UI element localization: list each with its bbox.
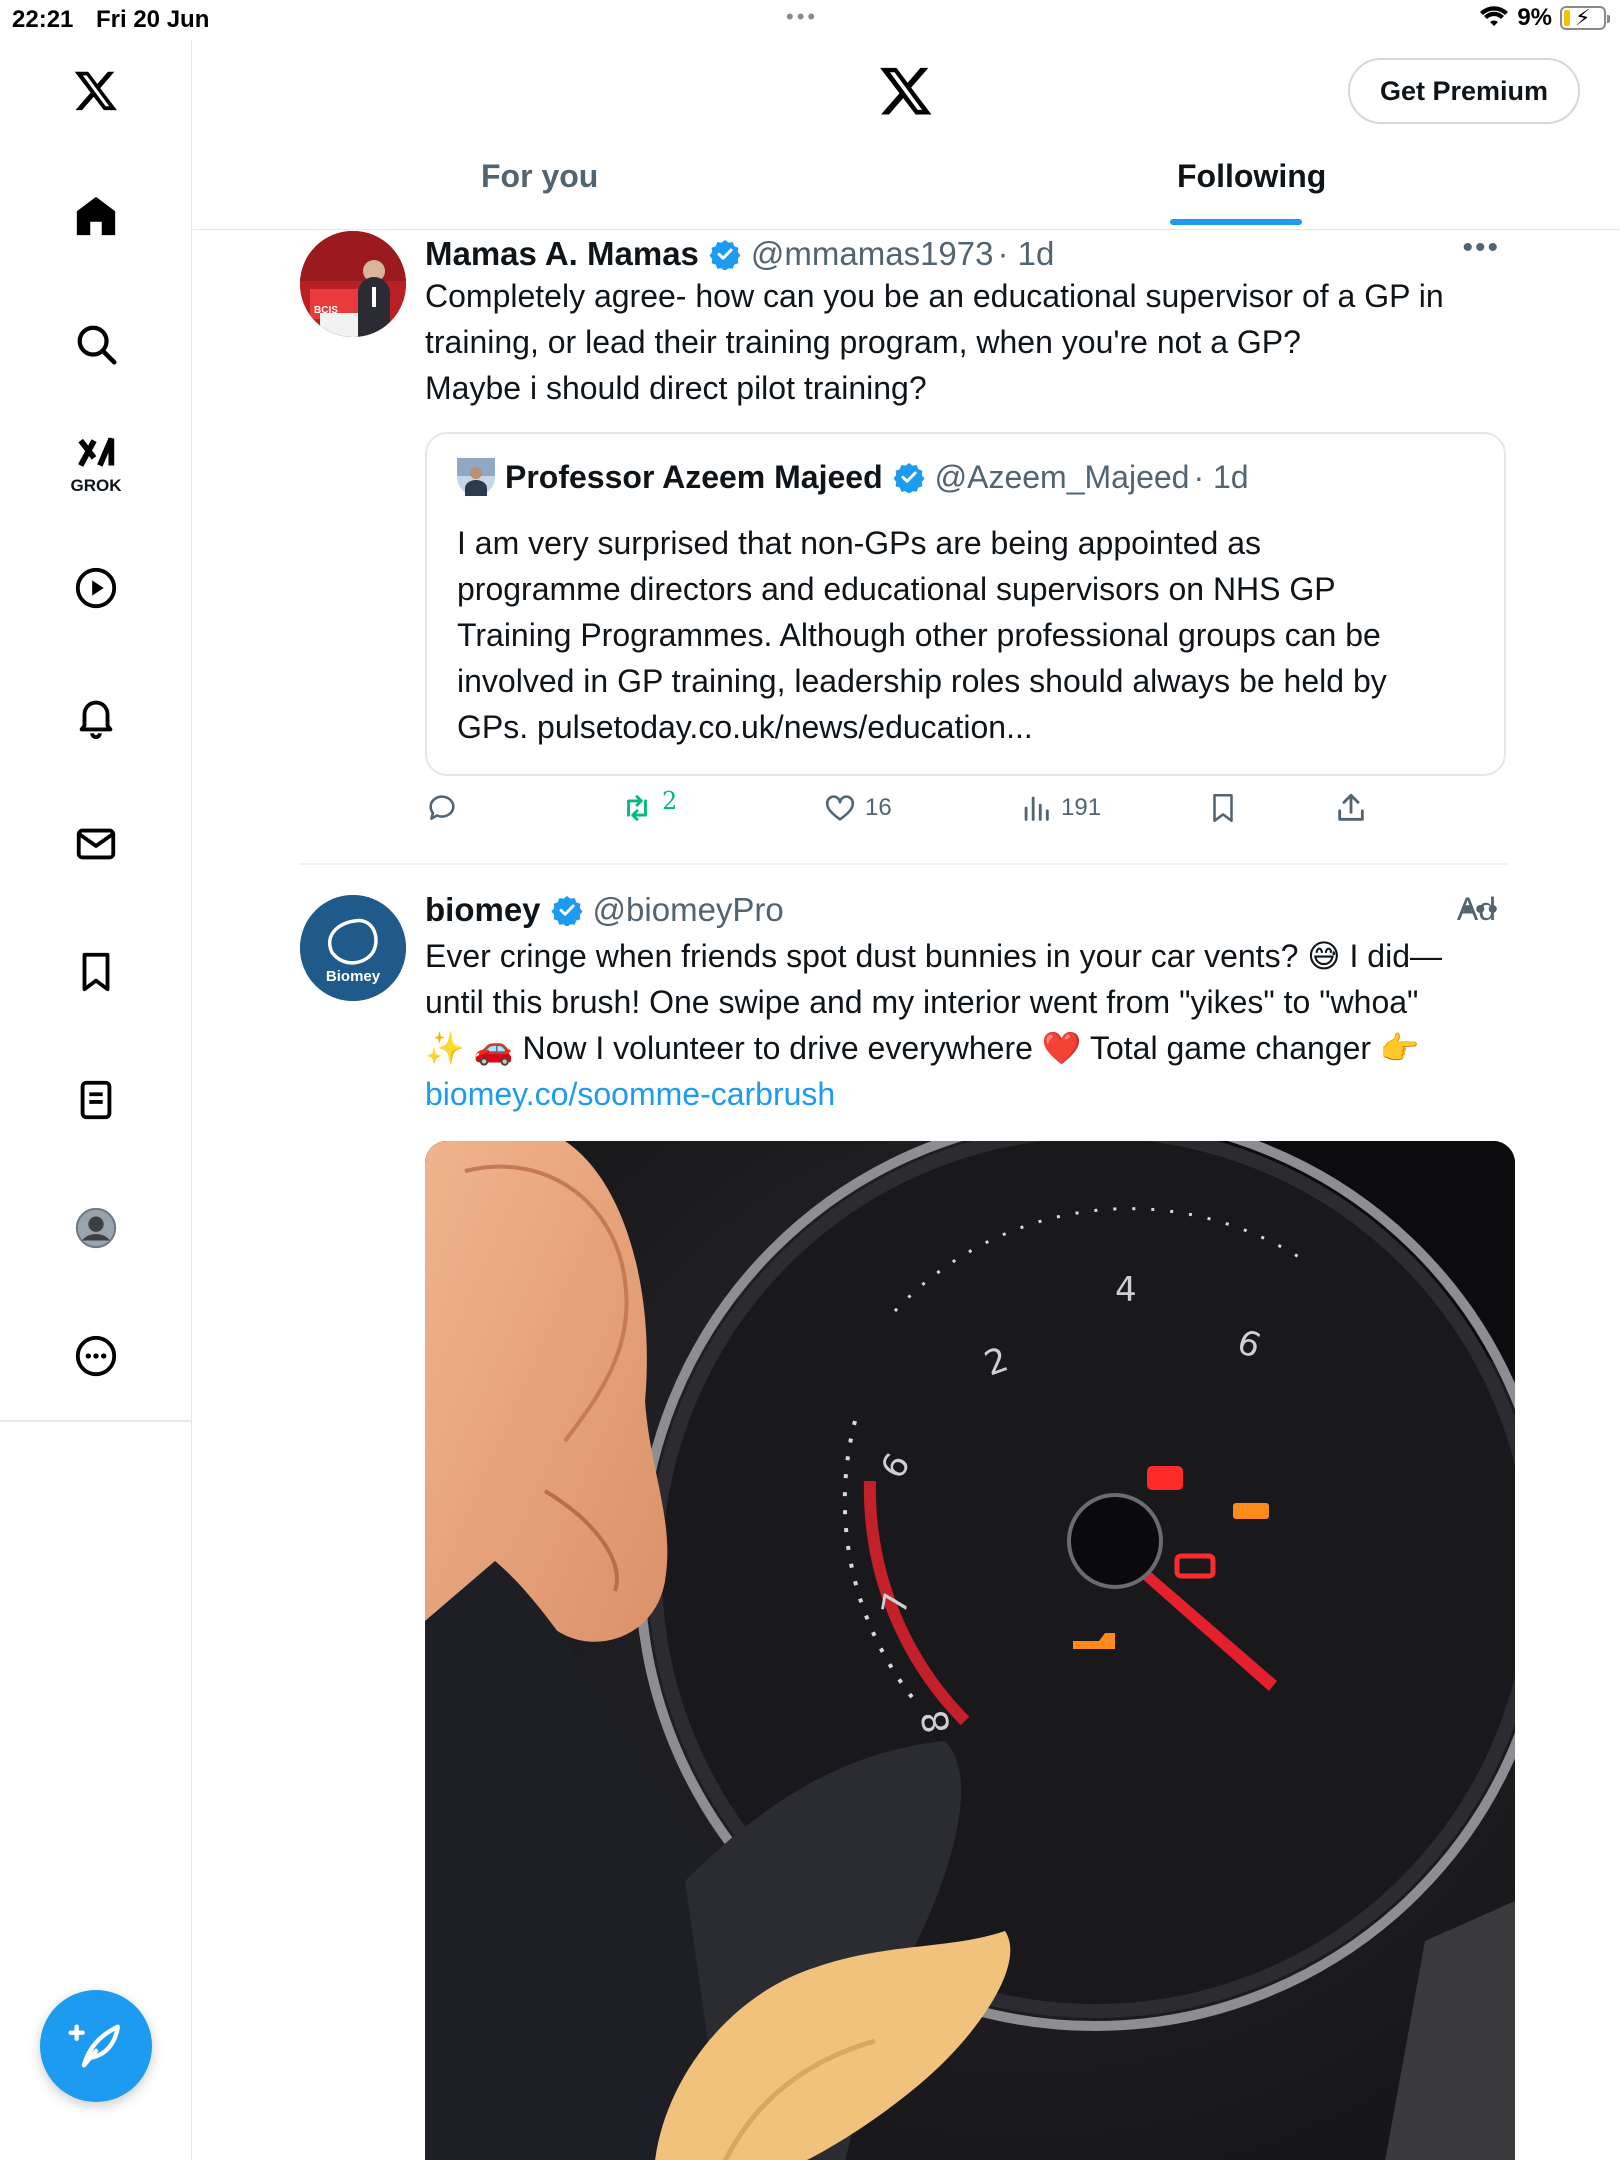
retweet-count: 2 [662, 787, 678, 815]
quote-text-line: Training Programmes. Although other prof… [457, 617, 1381, 653]
views-button[interactable]: 191 [1019, 791, 1101, 825]
tweet-text-line: Completely agree- how can you be an educ… [425, 278, 1444, 314]
quote-header: Professor Azeem Majeed @Azeem_Majeed · 1… [457, 458, 1249, 496]
verified-badge-icon [709, 240, 741, 270]
quote-text: I am very surprised that non-GPs are bei… [457, 520, 1467, 750]
post-actions: 2 16 191 [425, 787, 1515, 851]
bookmark-button[interactable] [1206, 791, 1240, 825]
status-date: Fri 20 Jun [96, 6, 210, 33]
avatar-brand-text: Biomey [326, 968, 381, 985]
status-time: 22:21 [12, 6, 74, 33]
reply-button[interactable] [425, 791, 459, 825]
bookmark-icon [1213, 793, 1233, 823]
tweet-text-line: ✨ 🚗 Now I volunteer to drive everywhere … [425, 1030, 1420, 1066]
author-name[interactable]: Mamas A. Mamas [425, 235, 699, 273]
retweet-button[interactable]: 2 [620, 787, 677, 825]
grok-label: GROK [70, 476, 122, 495]
quote-text-line: involved in GP training, leadership role… [457, 663, 1387, 699]
author-handle[interactable]: @biomeyPro [593, 891, 784, 929]
tweet-divider [299, 863, 1508, 865]
wifi-icon [1480, 6, 1509, 26]
sidebar: GROK [0, 40, 192, 2160]
x-logo-icon[interactable] [70, 64, 122, 116]
sidebar-divider [0, 1420, 192, 1422]
notifications-bell-icon[interactable] [70, 690, 122, 742]
verified-badge-icon [551, 896, 583, 926]
more-options-icon[interactable] [70, 1330, 122, 1382]
feed-header: Get Premium For you Following [193, 40, 1620, 230]
verified-badge-icon [893, 463, 925, 493]
x-logo-icon[interactable] [878, 62, 934, 118]
reply-bubble-icon [429, 795, 455, 820]
tweet-text-line: Maybe i should direct pilot training? [425, 370, 927, 406]
battery-percent: 9% [1517, 4, 1552, 31]
gauge-number: 4 [1115, 1270, 1137, 1310]
post-more-icon[interactable]: ••• [1462, 231, 1500, 265]
post-time[interactable]: · 1d [998, 235, 1055, 273]
tab-for-you[interactable]: For you [481, 158, 598, 195]
author-handle[interactable]: @mmamas1973 [751, 235, 994, 273]
post-more-icon[interactable]: ••• [1462, 893, 1500, 927]
lists-icon[interactable] [70, 1074, 122, 1126]
tweet-text-line: Ever cringe when friends spot dust bunni… [425, 938, 1442, 974]
tweet-header: biomey @biomeyPro [425, 891, 784, 929]
ad-video-media[interactable]: 2 4 6 6 7 8 [425, 1141, 1515, 2160]
quote-author-handle[interactable]: @Azeem_Majeed [935, 459, 1190, 496]
compose-post-button[interactable] [40, 1990, 152, 2102]
quote-text-line: GPs. pulsetoday.co.uk/news/education... [457, 709, 1033, 745]
get-premium-button[interactable]: Get Premium [1348, 58, 1580, 124]
profile-avatar-icon[interactable] [70, 1202, 122, 1254]
avatar[interactable]: Biomey [300, 895, 406, 1001]
quote-text-line: programme directors and educational supe… [457, 571, 1336, 607]
like-button[interactable]: 16 [823, 791, 892, 825]
avatar[interactable]: BCIS [300, 231, 406, 337]
multitasking-dots-icon[interactable]: ••• [786, 4, 818, 30]
quote-post-time[interactable]: · 1d [1193, 459, 1248, 496]
active-tab-indicator [1170, 219, 1302, 225]
search-icon[interactable] [70, 318, 122, 370]
share-icon [1338, 793, 1364, 821]
battery-icon: ⚡ [1560, 5, 1610, 30]
retweet-icon [627, 795, 647, 821]
quoted-tweet[interactable]: Professor Azeem Majeed @Azeem_Majeed · 1… [425, 432, 1506, 776]
tweet-text-line: until this brush! One swipe and my inter… [425, 984, 1419, 1020]
tweet-text-line: training, or lead their training program… [425, 324, 1301, 360]
heart-icon [825, 795, 855, 821]
home-icon[interactable] [70, 190, 122, 242]
video-play-icon[interactable] [70, 562, 122, 614]
tweet-text: Ever cringe when friends spot dust bunni… [425, 933, 1515, 1117]
share-button[interactable] [1334, 791, 1368, 825]
quote-avatar [457, 458, 495, 496]
grok-icon[interactable] [70, 428, 122, 480]
messages-envelope-icon[interactable] [70, 818, 122, 870]
status-indicators: 9% ⚡ [1479, 4, 1610, 32]
like-count: 16 [865, 794, 892, 821]
quote-text-line: I am very surprised that non-GPs are bei… [457, 525, 1261, 561]
tab-following[interactable]: Following [1177, 158, 1326, 195]
compose-feather-icon [68, 2024, 120, 2068]
quote-author-name[interactable]: Professor Azeem Majeed [505, 459, 883, 496]
author-name[interactable]: biomey [425, 891, 541, 929]
tweet-text: Completely agree- how can you be an educ… [425, 273, 1515, 411]
timeline: BCIS Mamas A. Mamas @mmamas1973 · 1d •••… [193, 231, 1620, 2160]
status-bar: 22:21 Fri 20 Jun ••• 9% ⚡ [0, 0, 1620, 40]
bookmarks-icon[interactable] [70, 946, 122, 998]
views-bar-icon [1024, 796, 1049, 821]
ad-link[interactable]: biomey.co/soomme-carbrush [425, 1071, 1515, 1117]
view-count: 191 [1061, 794, 1102, 821]
tweet-header: Mamas A. Mamas @mmamas1973 · 1d [425, 235, 1054, 273]
dashboard-video-frame: 2 4 6 6 7 8 [425, 1141, 1515, 2160]
